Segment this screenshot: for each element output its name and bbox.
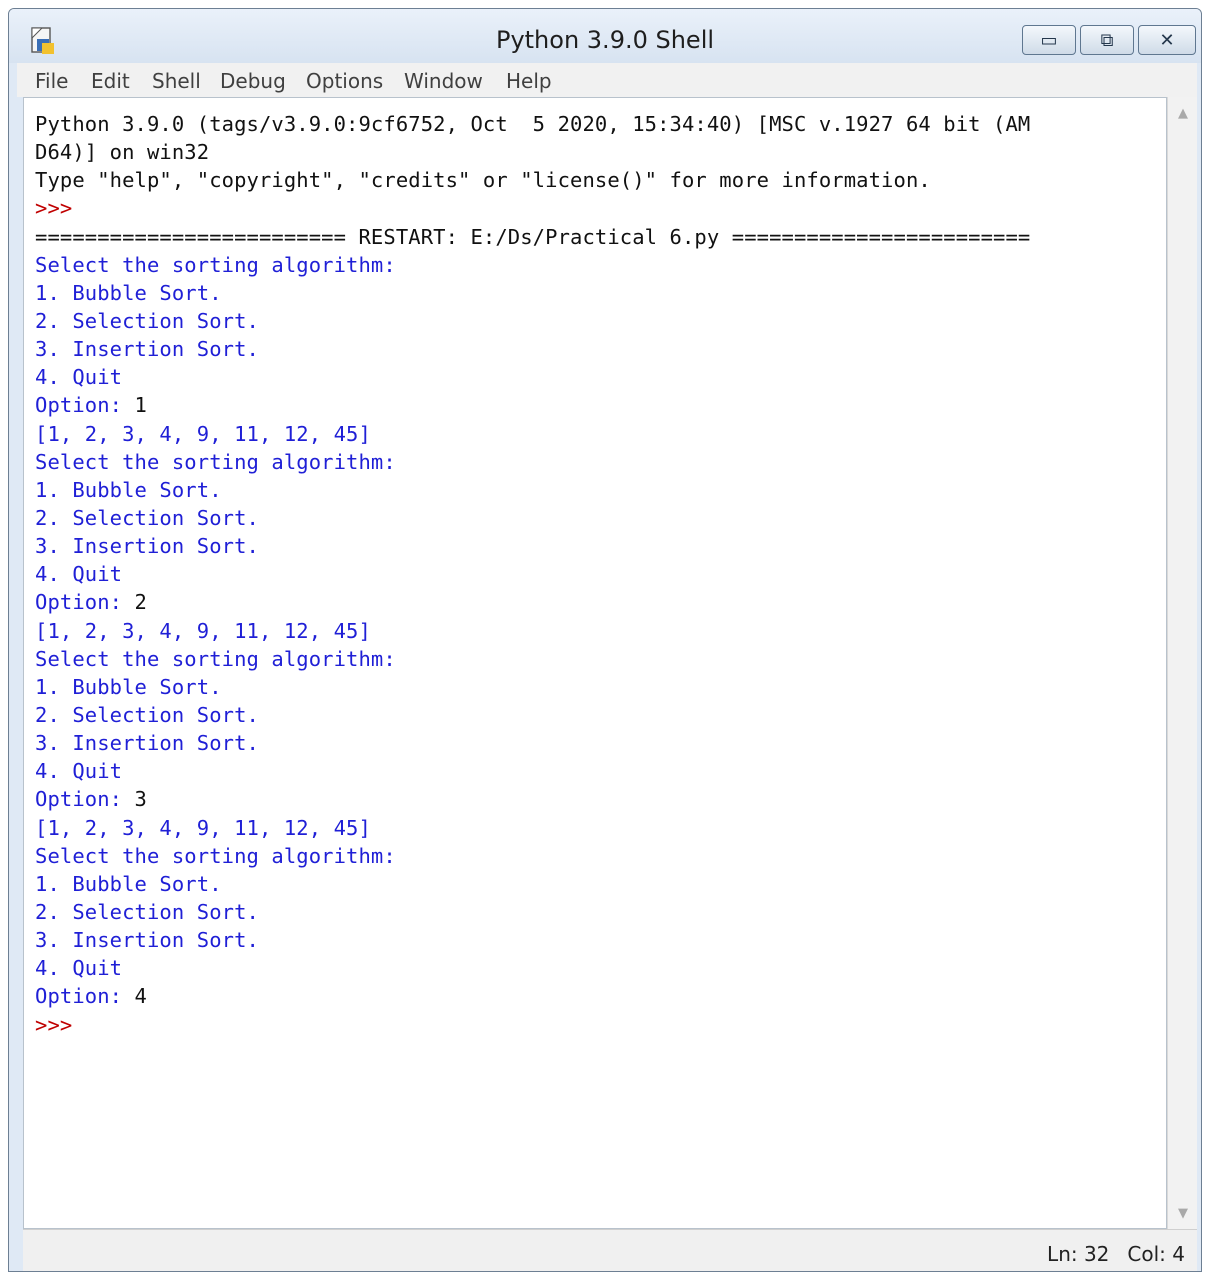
shell-line-text: Select the sorting algorithm:: [35, 843, 396, 868]
shell-line-text: Option:: [35, 984, 135, 1009]
shell-line-text: [1, 2, 3, 4, 9, 11, 12, 45]: [35, 421, 371, 446]
shell-line: Select the sorting algorithm:: [35, 645, 1030, 673]
menu-shell[interactable]: Shell: [152, 69, 201, 93]
shell-prompt: >>>: [35, 196, 85, 221]
shell-line-text: 4. Quit: [35, 562, 123, 587]
user-input-text: 2: [134, 590, 147, 615]
shell-line: Option: 3: [35, 785, 1030, 813]
cursor-position: Ln: 32 Col: 4: [1047, 1242, 1185, 1266]
vertical-scrollbar[interactable]: ▲ ▼: [1167, 97, 1197, 1229]
shell-line-text: 4. Quit: [35, 759, 123, 784]
close-button[interactable]: ✕: [1138, 25, 1196, 55]
shell-line: Type "help", "copyright", "credits" or "…: [35, 166, 1030, 194]
shell-line: Select the sorting algorithm:: [35, 251, 1030, 279]
shell-line-text: 2. Selection Sort.: [35, 702, 259, 727]
shell-line-text: 2. Selection Sort.: [35, 899, 259, 924]
shell-line-text: 3. Insertion Sort.: [35, 337, 259, 362]
shell-line: 4. Quit: [35, 954, 1030, 982]
line-number: Ln: 32: [1047, 1242, 1110, 1266]
shell-line: 1. Bubble Sort.: [35, 476, 1030, 504]
shell-line: 2. Selection Sort.: [35, 701, 1030, 729]
shell-line: >>>: [35, 194, 1030, 222]
menu-help[interactable]: Help: [506, 69, 552, 93]
shell-line: Select the sorting algorithm:: [35, 842, 1030, 870]
shell-text-area[interactable]: Python 3.9.0 (tags/v3.9.0:9cf6752, Oct 5…: [23, 97, 1167, 1229]
minimize-button[interactable]: ▭: [1022, 25, 1076, 55]
shell-line-text: ========================= RESTART: E:/Ds…: [35, 224, 1031, 249]
user-input-text: 4: [134, 984, 147, 1009]
shell-line-text: Select the sorting algorithm:: [35, 252, 396, 277]
menu-debug[interactable]: Debug: [220, 69, 286, 93]
shell-line: ========================= RESTART: E:/Ds…: [35, 223, 1030, 251]
shell-line-text: 1. Bubble Sort.: [35, 477, 222, 502]
menu-window[interactable]: Window: [404, 69, 483, 93]
maximize-icon: ⧉: [1100, 29, 1114, 51]
shell-line: 1. Bubble Sort.: [35, 870, 1030, 898]
shell-line: Python 3.9.0 (tags/v3.9.0:9cf6752, Oct 5…: [35, 110, 1030, 138]
status-bar: Ln: 32 Col: 4: [23, 1229, 1197, 1271]
shell-line-text: 1. Bubble Sort.: [35, 280, 222, 305]
shell-line-text: 4. Quit: [35, 365, 123, 390]
shell-line-text: 2. Selection Sort.: [35, 308, 259, 333]
shell-line: 2. Selection Sort.: [35, 898, 1030, 926]
shell-line-text: [1, 2, 3, 4, 9, 11, 12, 45]: [35, 815, 371, 840]
maximize-button[interactable]: ⧉: [1080, 25, 1134, 55]
title-bar[interactable]: Python 3.9.0 Shell ▭ ⧉ ✕: [9, 9, 1201, 63]
shell-line-text: 4. Quit: [35, 956, 123, 981]
idle-shell-window: Python 3.9.0 Shell ▭ ⧉ ✕ File Edit Shell…: [8, 8, 1202, 1272]
shell-line-text: 3. Insertion Sort.: [35, 731, 259, 756]
chevron-up-icon[interactable]: ▲: [1168, 101, 1198, 125]
chevron-down-icon[interactable]: ▼: [1168, 1201, 1198, 1225]
shell-line: 1. Bubble Sort.: [35, 279, 1030, 307]
shell-line-text: Select the sorting algorithm:: [35, 646, 396, 671]
shell-line-text: 1. Bubble Sort.: [35, 674, 222, 699]
shell-line-text: D64)] on win32: [35, 140, 210, 165]
column-number: Col: 4: [1127, 1242, 1185, 1266]
shell-line-text: 3. Insertion Sort.: [35, 928, 259, 953]
shell-line: D64)] on win32: [35, 138, 1030, 166]
shell-line: Option: 4: [35, 982, 1030, 1010]
shell-line: 3. Insertion Sort.: [35, 926, 1030, 954]
shell-line-text: 2. Selection Sort.: [35, 505, 259, 530]
shell-line-text: Option:: [35, 787, 135, 812]
shell-prompt: >>>: [35, 1012, 85, 1037]
shell-line-text: Select the sorting algorithm:: [35, 449, 396, 474]
shell-line: 3. Insertion Sort.: [35, 729, 1030, 757]
shell-line: 2. Selection Sort.: [35, 504, 1030, 532]
user-input-text: 1: [134, 393, 147, 418]
shell-line-text: Python 3.9.0 (tags/v3.9.0:9cf6752, Oct 5…: [35, 112, 1031, 136]
shell-line: [1, 2, 3, 4, 9, 11, 12, 45]: [35, 814, 1030, 842]
menu-file[interactable]: File: [35, 69, 68, 93]
shell-line-text: Option:: [35, 590, 135, 615]
shell-line: Option: 2: [35, 588, 1030, 616]
shell-line: 1. Bubble Sort.: [35, 673, 1030, 701]
close-icon: ✕: [1159, 29, 1175, 51]
shell-line: >>>: [35, 1011, 1030, 1039]
shell-line: 3. Insertion Sort.: [35, 335, 1030, 363]
menu-edit[interactable]: Edit: [91, 69, 130, 93]
shell-line: 4. Quit: [35, 757, 1030, 785]
shell-line: Option: 1: [35, 391, 1030, 419]
shell-line: 3. Insertion Sort.: [35, 532, 1030, 560]
shell-line-text: 1. Bubble Sort.: [35, 871, 222, 896]
shell-line: [1, 2, 3, 4, 9, 11, 12, 45]: [35, 617, 1030, 645]
shell-output: Python 3.9.0 (tags/v3.9.0:9cf6752, Oct 5…: [35, 110, 1030, 1039]
menu-bar: File Edit Shell Debug Options Window Hel…: [17, 63, 1197, 97]
menu-options[interactable]: Options: [306, 69, 383, 93]
shell-line: [1, 2, 3, 4, 9, 11, 12, 45]: [35, 420, 1030, 448]
shell-line-text: Type "help", "copyright", "credits" or "…: [35, 168, 931, 193]
shell-line: 2. Selection Sort.: [35, 307, 1030, 335]
shell-line: Select the sorting algorithm:: [35, 448, 1030, 476]
shell-line: 4. Quit: [35, 560, 1030, 588]
shell-line: 4. Quit: [35, 363, 1030, 391]
shell-line-text: 3. Insertion Sort.: [35, 534, 259, 559]
minimize-icon: ▭: [1040, 29, 1058, 51]
user-input-text: 3: [134, 787, 147, 812]
shell-line-text: Option:: [35, 393, 135, 418]
shell-line-text: [1, 2, 3, 4, 9, 11, 12, 45]: [35, 618, 371, 643]
